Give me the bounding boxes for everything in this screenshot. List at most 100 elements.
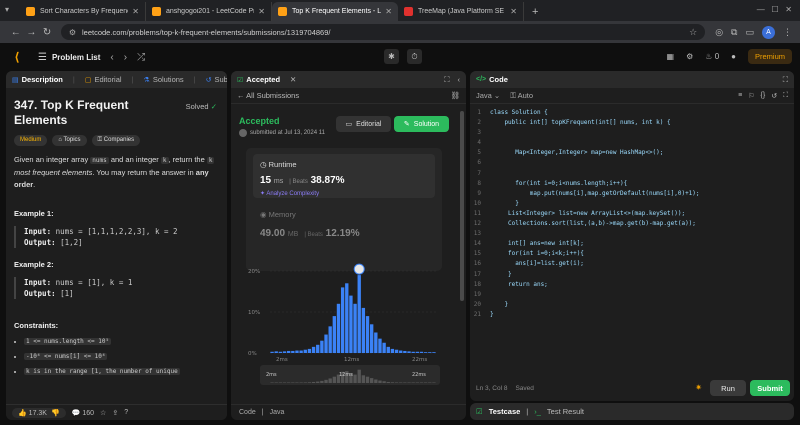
bar[interactable] [311,346,316,353]
tab-testcase[interactable]: Testcase [489,407,521,416]
solution-button[interactable]: ✎ Solution [394,116,449,132]
maximize-icon[interactable]: ⛶ [444,75,449,85]
bar[interactable] [432,352,436,353]
bar[interactable] [282,351,287,353]
bar[interactable] [278,351,283,353]
code-line[interactable]: 9 map.put(nums[i],map.getOrDefault(nums[… [470,190,794,200]
code-line[interactable]: 18 return ans; [470,281,794,291]
tab-solutions[interactable]: ⚗ Solutions [144,75,184,84]
bar[interactable] [403,350,407,353]
premium-button[interactable]: Premium [747,49,792,64]
bar[interactable] [291,350,295,353]
bookmark-star-icon[interactable]: ☆ [689,27,697,38]
close-icon[interactable]: ✕ [132,7,139,16]
bar[interactable] [365,316,370,353]
bar[interactable] [345,283,349,353]
user-avatar[interactable]: ● [731,52,736,61]
back-link[interactable]: ← All Submissions [237,91,299,100]
code-line[interactable]: 21} [470,311,794,321]
bar[interactable] [295,350,299,353]
submit-button[interactable]: Submit [750,380,790,396]
tab-accepted[interactable]: ☑ Accepted [237,75,280,84]
fullscreen-icon[interactable]: ⛶ [783,92,788,100]
bar[interactable] [303,349,307,353]
like-button[interactable]: 👍 17.3K [18,409,47,417]
code-line[interactable]: 8 for(int i=0;i<nums.length;i++){ [470,180,794,190]
run-button[interactable]: Run [710,380,746,396]
bar[interactable] [332,316,336,353]
tab-description[interactable]: ▤ Description [12,75,63,84]
browser-tab-1[interactable]: Sort Characters By Frequency ✕ [20,2,146,21]
leetcode-logo-icon[interactable]: ⟨ [10,50,24,64]
close-icon[interactable]: ✕ [510,7,517,16]
bar[interactable] [428,352,432,353]
bar[interactable] [394,349,399,353]
close-icon[interactable]: ✕ [385,7,392,16]
close-icon[interactable]: ✕ [258,7,265,16]
bar[interactable] [340,287,345,353]
forward-arrow-icon[interactable]: → [24,27,40,38]
analyze-complexity-link[interactable]: ✦ Analyze Complexity [260,190,428,197]
settings-gear-icon[interactable]: ⚙ [686,52,693,61]
debug-icon[interactable]: ✱ [384,49,399,64]
tab-code[interactable]: </> Code [476,75,508,84]
maximize-icon[interactable]: ⛶ [783,75,788,85]
share-icon[interactable]: ⇪ [112,409,118,417]
next-problem-icon[interactable]: › [124,52,127,63]
bar[interactable] [399,350,403,353]
runtime-distribution-chart[interactable]: 20% 10% 0% 2ms 12ms 22ms 2ms 12ms 22ms [246,261,446,391]
bar[interactable] [299,350,303,353]
bar[interactable] [307,348,312,353]
bar[interactable] [370,324,374,353]
code-line[interactable]: 6 [470,159,794,169]
runtime-card[interactable]: ◷ Runtime 15 ms | Beats 38.87% ✦ Analyze … [253,154,435,198]
code-line[interactable]: 17 } [470,271,794,281]
new-tab-button[interactable]: + [524,6,546,21]
bar[interactable] [415,351,419,353]
code-line[interactable]: 10 } [470,200,794,210]
prev-problem-icon[interactable]: ‹ [110,52,113,63]
code-area[interactable]: 1 class Solution {2 public int[] topKFreq… [470,109,794,321]
code-line[interactable]: 20 } [470,301,794,311]
back-arrow-icon[interactable]: ← [8,27,24,38]
bookmark-icon[interactable]: ⚐ [748,92,754,100]
sparkle-icon[interactable]: ✷ [695,383,702,392]
bar[interactable] [423,352,428,353]
bar[interactable] [357,275,361,353]
problem-list-link[interactable]: Problem List [52,53,100,62]
code-line[interactable]: 15 for(int i=0;i<k;i++){ [470,250,794,260]
bar[interactable] [374,332,378,354]
language-select[interactable]: Java ⌄ [476,91,500,100]
extension-icon[interactable]: ◎ [715,27,723,38]
code-line[interactable]: 19 [470,291,794,301]
timer-icon[interactable]: ⏱ [407,49,422,64]
bar[interactable] [407,351,411,353]
companies-chip[interactable]: ⚿ Companies [91,135,141,146]
code-line[interactable]: 14 int[] ans=new int[k]; [470,240,794,250]
auto-mode[interactable]: ⚿ Auto [510,91,533,101]
code-line[interactable]: 16 ans[i]=list.get(i); [470,260,794,270]
bar[interactable] [324,334,328,353]
shuffle-icon[interactable]: ⤮ [137,52,145,63]
sidebar-icon[interactable]: ▭ [745,27,754,38]
editorial-button[interactable]: ▭ Editorial [336,116,391,132]
url-bar[interactable]: ⚙ leetcode.com/problems/top-k-frequent-e… [60,24,706,40]
my-submission-marker[interactable] [353,263,365,275]
close-tab-icon[interactable]: ✕ [290,75,296,84]
bar[interactable] [361,307,366,353]
bar[interactable] [349,295,353,353]
vertical-scrollbar[interactable] [460,111,464,301]
code-line[interactable]: 3 [470,129,794,139]
difficulty-badge[interactable]: Medium [14,135,48,146]
collapse-icon[interactable]: ‹ [458,75,461,84]
bar[interactable] [411,351,415,353]
code-line[interactable]: 2 public int[] topKFrequent(int[] nums, … [470,119,794,129]
bar[interactable] [316,344,320,353]
code-line[interactable]: 1 class Solution { [470,109,794,119]
tab-search-icon[interactable]: ▾ [5,5,9,14]
bar[interactable] [328,326,332,353]
profile-avatar[interactable]: A [762,25,775,39]
bar[interactable] [382,342,386,353]
help-icon[interactable]: ? [124,409,128,416]
bar[interactable] [386,346,390,353]
